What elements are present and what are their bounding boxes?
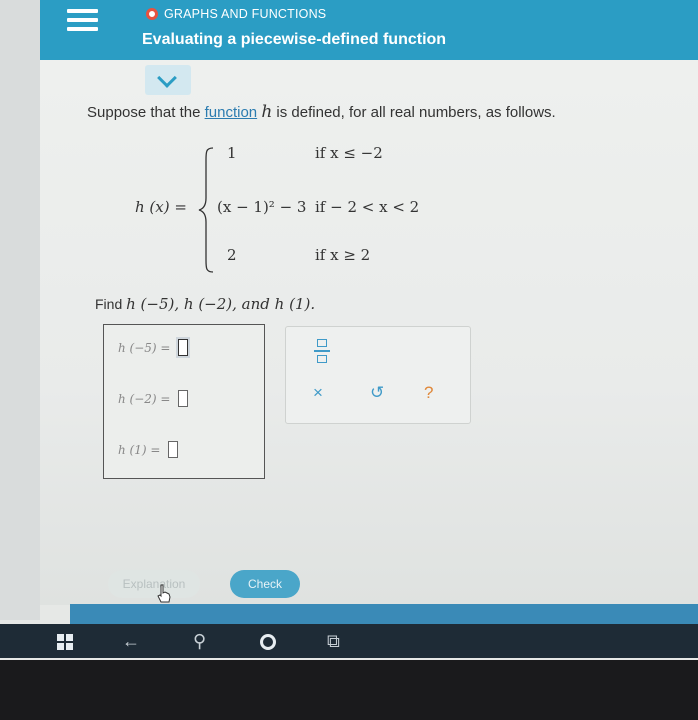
- collapse-button[interactable]: [145, 65, 191, 95]
- prompt-text-start: Suppose that the: [87, 104, 205, 121]
- home-circle-icon[interactable]: [260, 634, 276, 650]
- answer-label: h (−2) =: [118, 391, 171, 406]
- header: GRAPHS AND FUNCTIONS Evaluating a piecew…: [40, 0, 698, 60]
- fraction-icon[interactable]: [314, 339, 330, 365]
- lesson-title: Evaluating a piecewise-defined function: [142, 31, 447, 48]
- answer-row: h (−5) =: [118, 339, 189, 356]
- back-arrow-icon[interactable]: ←: [122, 631, 140, 652]
- answer-label: h (1) =: [118, 442, 161, 457]
- answer-row: h (−2) =: [118, 390, 189, 407]
- taskbar: ← ⚲ ⧉: [0, 624, 698, 658]
- left-margin: [0, 0, 40, 620]
- explanation-button[interactable]: Explanation: [108, 570, 200, 598]
- answer-input-h-neg5[interactable]: [178, 339, 189, 356]
- undo-icon[interactable]: ↺: [370, 383, 384, 403]
- check-button[interactable]: Check: [230, 570, 300, 598]
- topic-status-icon: [146, 8, 158, 20]
- case-3-value: 2: [227, 246, 237, 264]
- answer-row: h (1) =: [118, 441, 179, 458]
- case-2-condition: if − 2 < x < 2: [315, 198, 420, 216]
- case-1-condition: if x ≤ −2: [315, 144, 383, 162]
- menu-button[interactable]: [40, 0, 106, 60]
- hamburger-icon: [67, 9, 98, 31]
- case-2-value: (x − 1)² − 3: [217, 198, 307, 216]
- windows-start-icon[interactable]: [57, 634, 73, 650]
- hand-cursor-icon: [157, 584, 171, 603]
- content-area: Suppose that the function h is defined, …: [40, 60, 698, 605]
- help-icon[interactable]: ?: [424, 383, 433, 403]
- clear-icon[interactable]: ×: [313, 383, 323, 403]
- screen: GRAPHS AND FUNCTIONS Evaluating a piecew…: [0, 0, 698, 660]
- answer-input-h-1[interactable]: [168, 441, 179, 458]
- answer-box: h (−5) = h (−2) = h (1) =: [103, 324, 265, 479]
- prompt-text-end: is defined, for all real numbers, as fol…: [272, 104, 556, 121]
- chevron-down-icon: [157, 68, 177, 88]
- task-view-icon[interactable]: ⧉: [327, 631, 340, 652]
- math-tools-panel: × ↺ ?: [285, 326, 471, 424]
- function-link[interactable]: function: [205, 104, 258, 121]
- topic-label: GRAPHS AND FUNCTIONS: [164, 7, 327, 21]
- answer-label: h (−5) =: [118, 340, 171, 355]
- find-label: Find: [95, 296, 127, 312]
- prompt-variable: h: [261, 102, 273, 122]
- problem-prompt: Suppose that the function h is defined, …: [87, 102, 556, 122]
- case-1-value: 1: [227, 144, 237, 162]
- left-brace-icon: [198, 147, 214, 273]
- footer-bar: [70, 604, 698, 626]
- piecewise-lhs: h (x) =: [135, 198, 187, 216]
- topic-row: GRAPHS AND FUNCTIONS: [146, 7, 326, 21]
- answer-input-h-neg2[interactable]: [178, 390, 189, 407]
- find-expression: h (−5), h (−2), and h (1).: [126, 295, 316, 313]
- piecewise-definition: h (x) = 1 if x ≤ −2 (x − 1)² − 3 if − 2 …: [135, 140, 455, 280]
- search-icon[interactable]: ⚲: [193, 631, 206, 652]
- find-instruction: Find h (−5), h (−2), and h (1).: [95, 295, 315, 313]
- case-3-condition: if x ≥ 2: [315, 246, 371, 264]
